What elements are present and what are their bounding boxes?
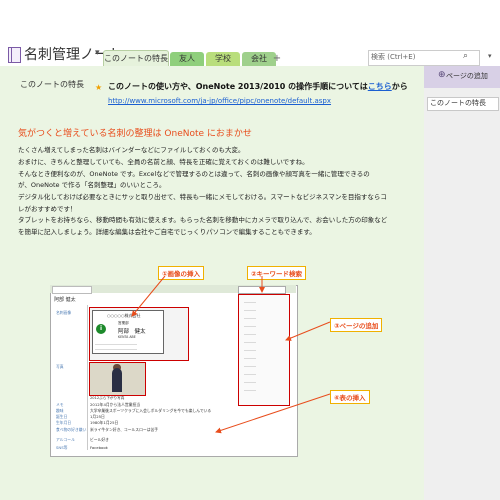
card-address-line: ―――――――――――――― (95, 347, 137, 351)
intro-prefix: このノートの使い方や、OneNote 2013/2010 の操作手順については (108, 82, 368, 91)
search-placeholder: 検索 (Ctrl+E) (371, 53, 416, 61)
card-address-line: ―――――――――――――― (95, 342, 137, 346)
body-line: デジタル化しておけば必要なときにサッと取り出せて、特長も一緒にメモしておける。ス… (18, 193, 387, 201)
chevron-down-icon[interactable]: ▾ (488, 52, 492, 60)
notebook-icon (8, 47, 21, 63)
sample-row-label: 名刺画像 (56, 310, 72, 315)
plus-circle-icon: ⊕ (438, 70, 446, 80)
sample-search-box (238, 286, 286, 294)
tab-friends[interactable]: 友人 (170, 52, 204, 66)
section-heading: 気がつくと増えている名刺の整理は OneNote におまかせ (18, 129, 252, 139)
photo-caption: 2012ぶら下がり写真 (90, 396, 125, 400)
page-title[interactable]: このノートの特長 (20, 79, 84, 90)
sample-row-label: アルコール (56, 437, 75, 442)
card-department: 営業部 (118, 321, 129, 325)
card-company: ○○○○○株式会社 (107, 313, 141, 318)
star-icon: ★ (95, 83, 103, 92)
panel-line: ―――― (244, 356, 256, 360)
panel-line: ―――― (244, 316, 256, 320)
body-line: を簡単に記入しましょう。詳細な編集は会社やご自宅でじっくりパソコンで編集すること… (18, 228, 316, 236)
panel-line: ―――― (244, 300, 256, 304)
panel-line: ―――― (244, 364, 256, 368)
body-line: そんなとき便利なのが、OneNote です。Excelなどで管理するのとは違って… (18, 170, 370, 178)
sample-row-value: 大学卒業後スポーツクラブに入会しボルダリングを今でも楽しんでいる (90, 408, 212, 413)
panel-line: ―――― (244, 388, 256, 392)
add-page-label: ページの追加 (446, 72, 488, 80)
callout-insert-table: ④表の挿入 (330, 390, 370, 404)
body-line: レがおすすめです！ (18, 205, 77, 213)
sample-row-value: 米ライ牛タン好き、コールスローは苦手 (90, 427, 159, 432)
photo-person-body (112, 368, 122, 392)
sample-row-label: 生年月日 (56, 420, 72, 425)
tab-features[interactable]: このノートの特長 (103, 50, 169, 67)
panel-line: ―――― (244, 372, 256, 376)
panel-line: ―――― (244, 340, 256, 344)
sample-row-label: 食べ物の好き嫌い (56, 427, 87, 432)
panel-line: ―――― (244, 332, 256, 336)
sample-row-label: 写真 (56, 364, 64, 369)
page-list-pane (424, 66, 500, 500)
body-line: たくさん増えてしまった名刺はバインダーなどにファイルしておくのも大変。 (18, 146, 245, 154)
sample-table-divider (87, 305, 88, 450)
search-icon[interactable]: ⌕ (463, 51, 468, 61)
sample-row-label: SNS等 (56, 445, 68, 450)
panel-line: ―――― (244, 380, 256, 384)
sample-row-value: 1980年1月25日 (90, 420, 119, 425)
sample-row-value: ビール好き (90, 437, 109, 442)
add-section-button[interactable]: + (270, 52, 284, 66)
page-list-item-label: このノートの特長 (430, 99, 486, 107)
body-line: が、OneNote で作る「名刺整理」のいいところ。 (18, 181, 166, 189)
company-logo-icon: i (96, 324, 106, 334)
body-line: おまけに、きちんと整理していても、全員の名前と顔、特長を正確に覚えておくのは難し… (18, 158, 309, 166)
intro-text: このノートの使い方や、OneNote 2013/2010 の操作手順についてはこ… (108, 81, 408, 92)
callout-keyword-search: ②キーワード検索 (247, 266, 307, 280)
callout-insert-image: ①画像の挿入 (158, 266, 205, 280)
tab-school[interactable]: 学校 (206, 52, 240, 66)
sample-tab (52, 286, 92, 294)
callout-add-page: ③ページの追加 (330, 318, 383, 332)
chevron-down-icon[interactable]: ▾ (95, 48, 100, 58)
body-line: タブレットをお持ちなら、移動時間も有効に使えます。もらった名刺を移動中にカメラで… (18, 216, 388, 224)
panel-line: ―――― (244, 348, 256, 352)
intro-link[interactable]: こちら (368, 82, 392, 91)
panel-line: ―――― (244, 308, 256, 312)
sample-row-value: Facebook (90, 445, 108, 450)
help-url-link[interactable]: http://www.microsoft.com/ja-jp/office/pi… (108, 97, 331, 105)
card-name: 阿部 健太 (118, 329, 146, 335)
sample-page-title: 阿部 健太 (54, 297, 76, 303)
card-name-roman: KENTA ABE (118, 335, 136, 339)
intro-suffix: から (391, 82, 408, 91)
panel-line: ―――― (244, 324, 256, 328)
